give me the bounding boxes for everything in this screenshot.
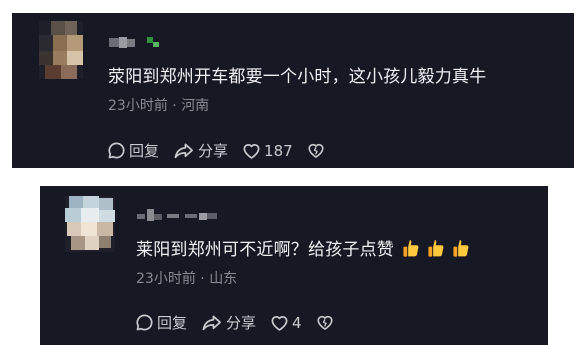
comment-card: 荥阳到郑州开车都要一个小时，这小孩儿毅力真牛 23小时前 · 河南 回复 分享 … [12,13,574,168]
like-button[interactable]: 187 [242,142,293,160]
meta-separator: · [200,271,205,287]
heart-icon [271,315,288,331]
comment-card: 莱阳到郑州可不近啊？给孩子点赞 23小时前 · 山东 回复 分享 4 [40,186,548,345]
comment-text: 荥阳到郑州开车都要一个小时，这小孩儿毅力真牛 [108,67,487,87]
share-icon [202,315,221,331]
like-button[interactable]: 4 [270,314,302,332]
comment-meta: 23小时前 · 山东 [136,270,237,288]
like-count: 4 [292,313,302,332]
share-label: 分享 [198,142,229,160]
share-label: 分享 [226,314,257,332]
thumbs-up-icon [428,240,444,257]
thumbs-up-icon [403,240,419,257]
comment-time: 23小时前 [136,271,196,287]
reply-button[interactable]: 回复 [135,312,187,333]
avatar[interactable] [39,21,83,79]
share-button[interactable]: 分享 [173,140,228,161]
comment-text-body: 莱阳到郑州可不近啊？给孩子点赞 [136,240,394,260]
dislike-button[interactable] [316,314,334,331]
comment-actions: 回复 分享 4 [135,312,334,333]
reply-label: 回复 [157,314,188,332]
reply-icon [108,142,125,159]
comment-location: 河南 [181,98,210,114]
comment-location: 山东 [209,271,238,287]
broken-heart-icon [317,315,333,330]
dislike-button[interactable] [307,142,325,159]
meta-separator: · [172,98,177,114]
broken-heart-icon [308,143,324,158]
avatar[interactable] [65,196,115,252]
comment-time: 23小时前 [108,98,168,114]
share-button[interactable]: 分享 [201,312,256,333]
heart-icon [243,143,260,159]
comment-meta: 23小时前 · 河南 [108,97,209,115]
like-count: 187 [264,141,293,160]
comment-text: 莱阳到郑州可不近啊？给孩子点赞 [136,239,471,261]
username-obscured[interactable] [109,35,165,51]
comment-actions: 回复 分享 187 [107,140,325,161]
username-obscured[interactable] [137,208,232,224]
thumbs-up-icon [453,240,469,257]
reply-icon [136,314,153,331]
share-icon [174,143,193,159]
reply-label: 回复 [129,142,160,160]
reply-button[interactable]: 回复 [107,140,159,161]
